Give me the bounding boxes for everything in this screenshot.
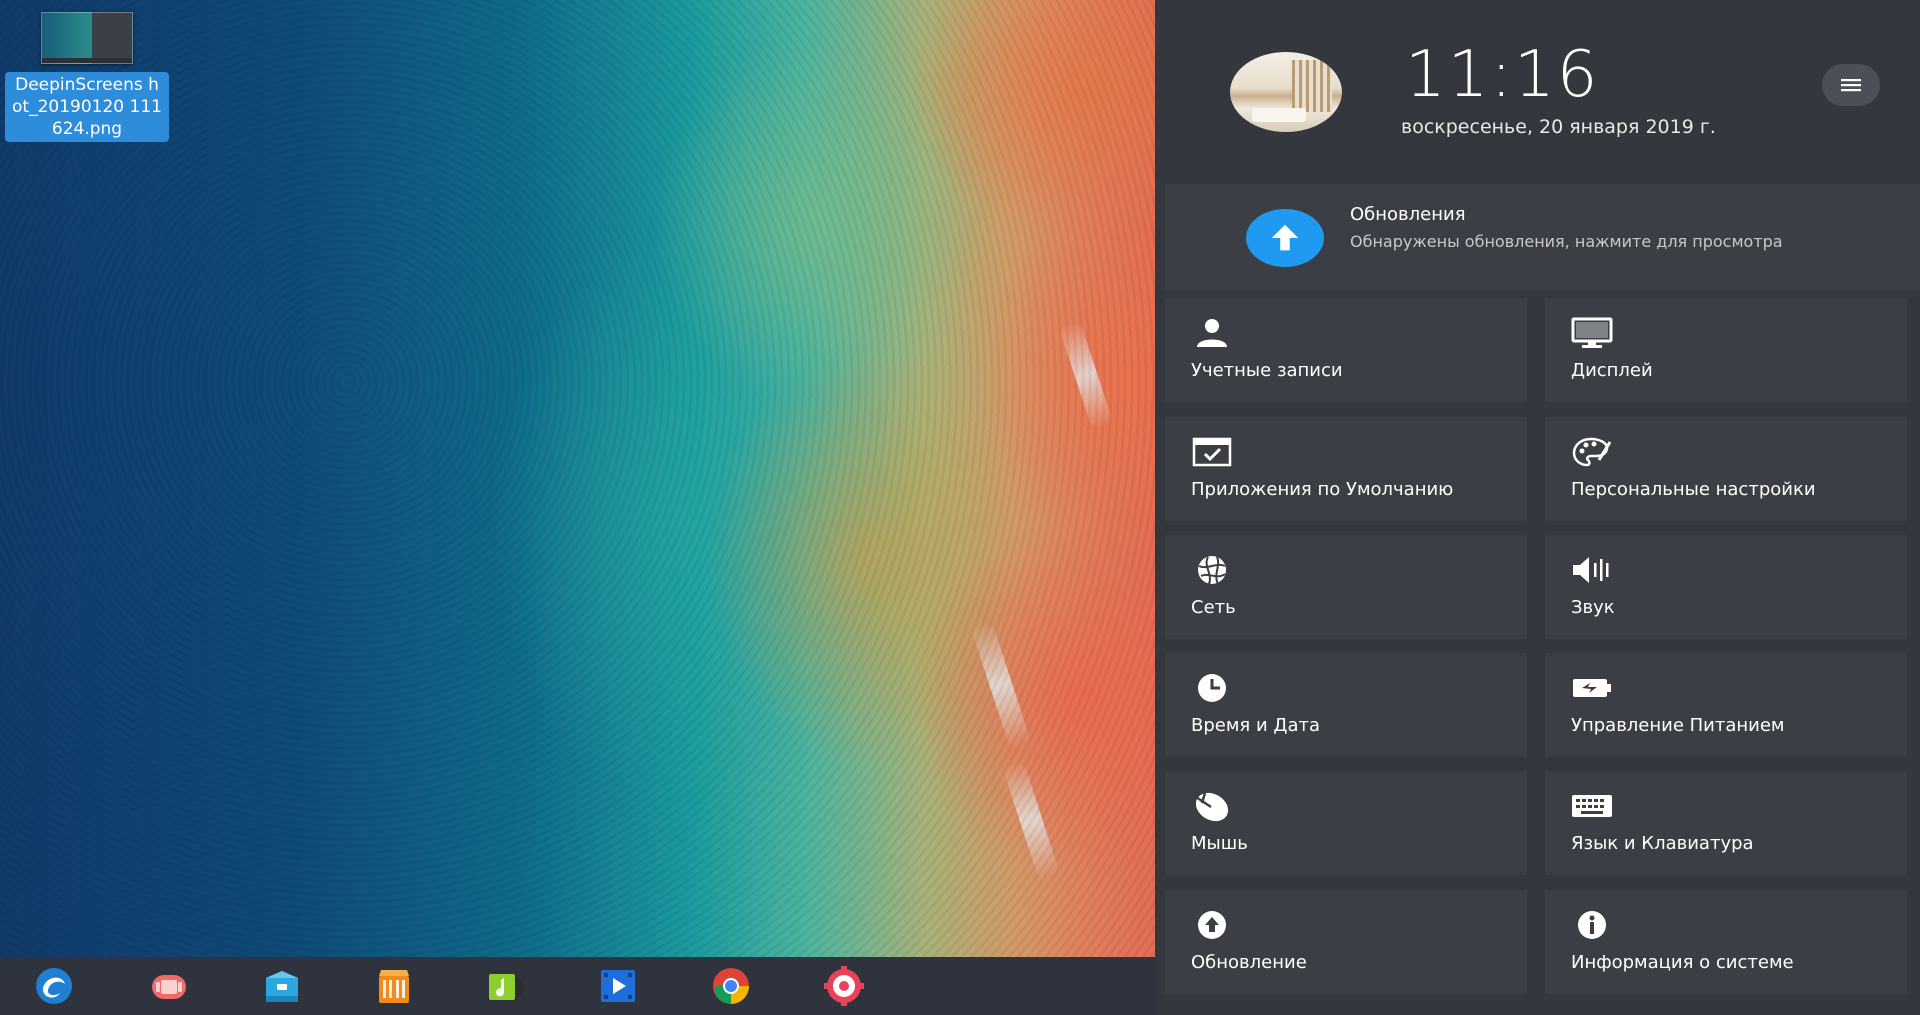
wave-foam xyxy=(1001,759,1061,881)
tile-date-time[interactable]: Время и Дата xyxy=(1165,653,1527,757)
desktop-file-icon[interactable]: DeepinScreens hot_20190120 111624.png xyxy=(2,12,172,142)
desktop-wallpaper xyxy=(0,0,1155,957)
menu-button[interactable] xyxy=(1822,64,1880,106)
clock-date: воскресенье, 20 января 2019 г. xyxy=(1401,116,1716,138)
tile-label: Управление Питанием xyxy=(1571,715,1785,736)
tile-sound[interactable]: Звук xyxy=(1545,535,1907,639)
personalization-icon xyxy=(1571,435,1613,469)
tile-label: Информация о системе xyxy=(1571,952,1794,973)
default-apps-icon xyxy=(1191,435,1233,469)
tile-label: Звук xyxy=(1571,597,1615,618)
tile-mouse[interactable]: Мышь xyxy=(1165,771,1527,875)
tile-label: Обновление xyxy=(1191,952,1307,973)
image-thumbnail xyxy=(41,12,133,64)
control-center-icon[interactable] xyxy=(823,965,865,1007)
movie-player-icon[interactable] xyxy=(597,965,639,1007)
hamburger-menu-icon xyxy=(1841,79,1861,92)
power-icon xyxy=(1571,671,1613,705)
tile-system-info[interactable]: Информация о системе xyxy=(1545,890,1907,994)
updates-title: Обновления xyxy=(1350,204,1466,225)
keyboard-icon xyxy=(1571,789,1613,823)
wave-foam xyxy=(970,619,1032,751)
tile-personalization[interactable]: Персональные настройки xyxy=(1545,417,1907,521)
tile-label: Язык и Клавиатура xyxy=(1571,833,1754,854)
updates-notification-card[interactable]: Обновления Обнаружены обновления, нажмит… xyxy=(1165,184,1920,290)
wave-foam xyxy=(1058,319,1114,431)
display-icon xyxy=(1571,316,1613,350)
app-store-icon[interactable] xyxy=(373,965,415,1007)
tile-label: Дисплей xyxy=(1571,360,1653,381)
tile-label: Персональные настройки xyxy=(1571,479,1816,500)
tile-keyboard[interactable]: Язык и Клавиатура xyxy=(1545,771,1907,875)
avatar[interactable] xyxy=(1230,52,1342,132)
control-center-panel: 11:16 воскресенье, 20 января 2019 г. Обн… xyxy=(1155,0,1920,1015)
tile-label: Время и Дата xyxy=(1191,715,1321,736)
dock xyxy=(0,957,1155,1015)
info-icon xyxy=(1571,908,1613,942)
multitasking-view-icon[interactable] xyxy=(148,965,190,1007)
tile-network[interactable]: Сеть xyxy=(1165,535,1527,639)
tile-label: Мышь xyxy=(1191,833,1248,854)
tile-display[interactable]: Дисплей xyxy=(1545,298,1907,402)
tile-update[interactable]: Обновление xyxy=(1165,890,1527,994)
clock-icon xyxy=(1191,671,1233,705)
desktop-file-label: DeepinScreens hot_20190120 111624.png xyxy=(5,72,169,142)
file-manager-icon[interactable] xyxy=(261,965,303,1007)
update-arrow-icon xyxy=(1246,209,1324,267)
user-icon xyxy=(1191,316,1233,350)
music-player-icon[interactable] xyxy=(485,965,527,1007)
network-icon xyxy=(1191,553,1233,587)
updates-description: Обнаружены обновления, нажмите для просм… xyxy=(1350,232,1783,251)
tile-accounts[interactable]: Учетные записи xyxy=(1165,298,1527,402)
mouse-icon xyxy=(1191,789,1233,823)
sound-icon xyxy=(1571,553,1613,587)
tile-label: Приложения по Умолчанию xyxy=(1191,479,1454,500)
clock-time: 11:16 xyxy=(1405,38,1600,112)
tile-label: Сеть xyxy=(1191,597,1236,618)
desktop-screen: DeepinScreens hot_20190120 111624.png 11… xyxy=(0,0,1920,1015)
update-icon xyxy=(1191,908,1233,942)
tile-power[interactable]: Управление Питанием xyxy=(1545,653,1907,757)
chrome-browser-icon[interactable] xyxy=(710,965,752,1007)
deepin-launcher-icon[interactable] xyxy=(33,965,75,1007)
tile-label: Учетные записи xyxy=(1191,360,1343,381)
tile-default-apps[interactable]: Приложения по Умолчанию xyxy=(1165,417,1527,521)
